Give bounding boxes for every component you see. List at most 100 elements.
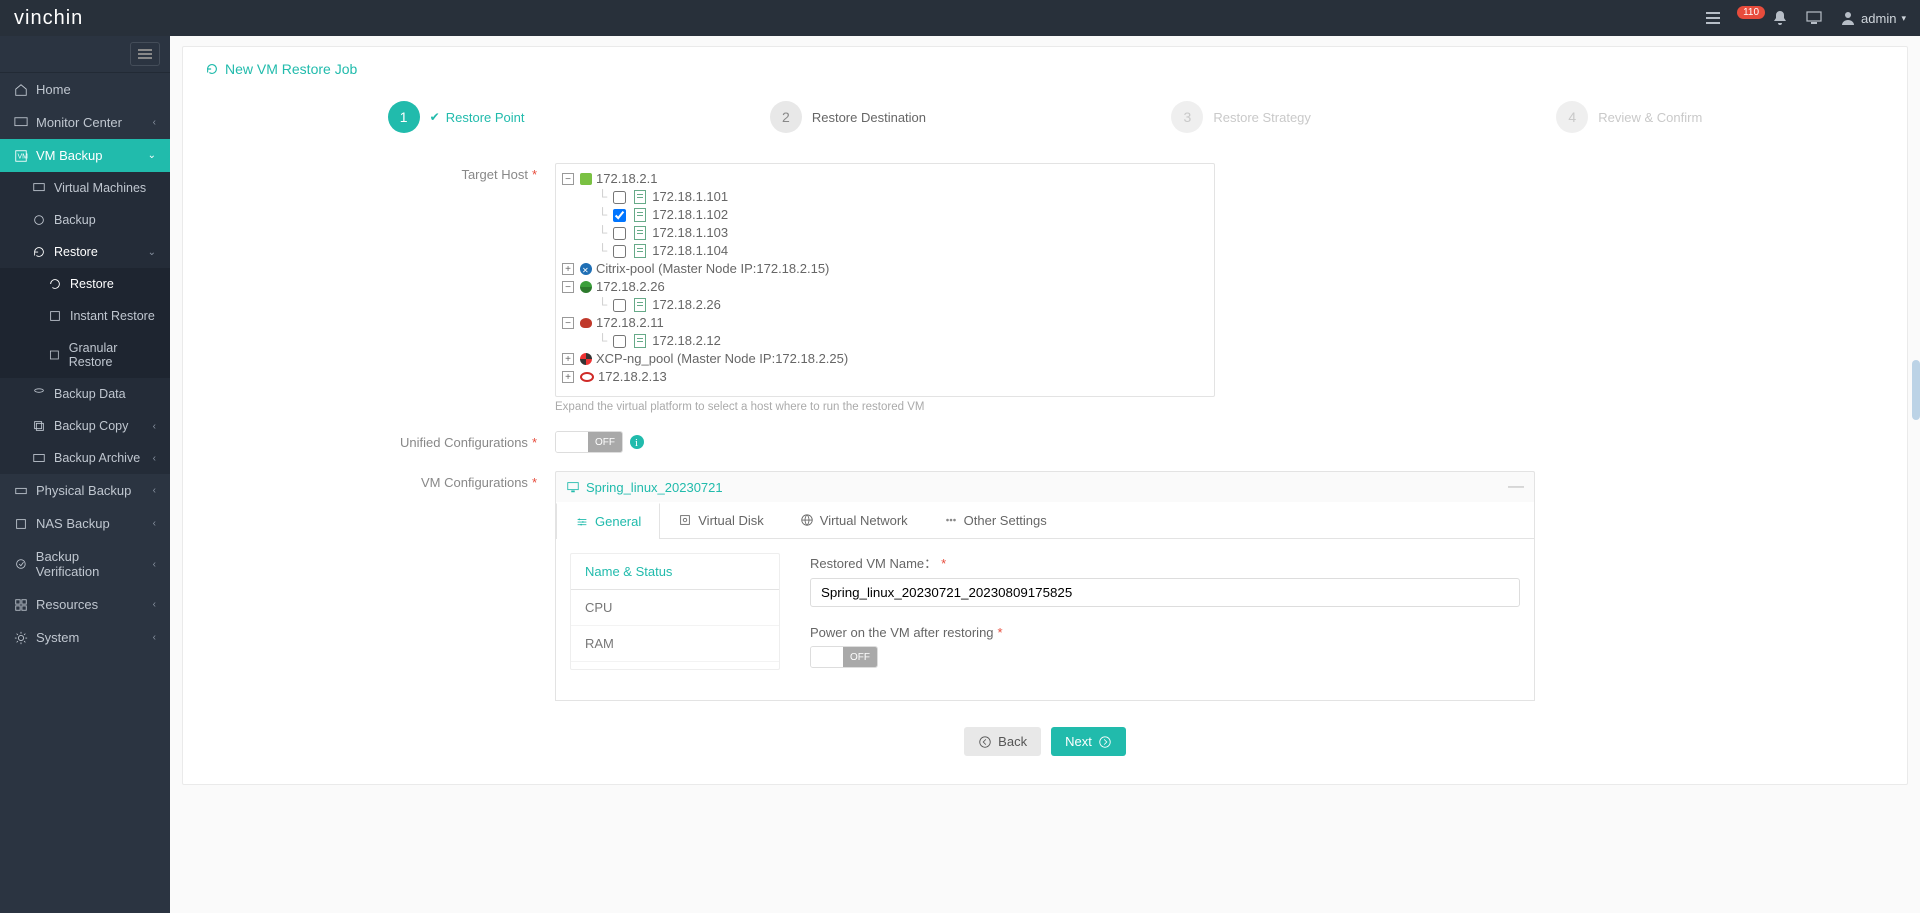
nav-virtual-machines[interactable]: Virtual Machines (0, 172, 170, 204)
next-button[interactable]: Next (1051, 727, 1126, 756)
nav-backup-copy[interactable]: Backup Copy ‹ (0, 410, 170, 442)
nav-backup[interactable]: Backup (0, 204, 170, 236)
main-content: New VM Restore Job 1 ✔ Restore Point 2 R… (170, 36, 1920, 913)
nav-label: Resources (36, 597, 98, 612)
tab-general[interactable]: General (556, 503, 660, 539)
topbar-user-label: admin (1861, 11, 1896, 26)
sp-ram[interactable]: RAM (571, 626, 779, 662)
step-4: 4 Review & Confirm (1556, 101, 1702, 133)
nav-home[interactable]: Home (0, 73, 170, 106)
page-title: New VM Restore Job (205, 57, 1885, 93)
logo: vinchin (14, 7, 83, 30)
platform-icon (580, 372, 594, 382)
host-checkbox[interactable] (613, 191, 626, 204)
sp-cpu[interactable]: CPU (571, 590, 779, 626)
vm-config-header[interactable]: Spring_linux_20230721 — (555, 471, 1535, 502)
nav-label: Restore (70, 277, 114, 291)
nav-restore[interactable]: Restore ⌄ (0, 236, 170, 268)
nav-restore-sub[interactable]: Restore (0, 268, 170, 300)
unified-toggle[interactable]: Off (555, 431, 623, 453)
chevron-left-icon: ‹ (153, 453, 156, 464)
vm-tabs: General Virtual Disk Virtual Network (555, 502, 1535, 539)
host-checkbox[interactable] (613, 335, 626, 348)
nav-label: Backup Data (54, 387, 126, 401)
tree-expand[interactable]: + (562, 263, 574, 275)
chevron-left-icon: ‹ (153, 599, 156, 610)
topbar-list-icon[interactable] (1705, 10, 1721, 26)
nav-backup-archive[interactable]: Backup Archive ‹ (0, 442, 170, 474)
host-checkbox[interactable] (613, 209, 626, 222)
label-unified: Unified Configurations* (205, 431, 555, 450)
tab-virtual-network[interactable]: Virtual Network (782, 502, 926, 538)
nav-monitor[interactable]: Monitor Center ‹ (0, 106, 170, 139)
tree-collapse[interactable]: − (562, 317, 574, 329)
server-icon (634, 298, 646, 312)
nav-label: Granular Restore (69, 341, 156, 369)
back-button[interactable]: Back (964, 727, 1041, 756)
sidebar: Home Monitor Center ‹ VM VM Backup ⌄ Vir… (0, 36, 170, 913)
nav-resources[interactable]: Resources ‹ (0, 588, 170, 621)
topbar-notifications[interactable]: 110 (1739, 10, 1788, 26)
info-icon[interactable]: i (629, 434, 645, 450)
nav-label: Home (36, 82, 71, 97)
host-checkbox[interactable] (613, 227, 626, 240)
step-3: 3 Restore Strategy (1171, 101, 1311, 133)
sp-name-status[interactable]: Name & Status (571, 554, 779, 590)
tree-hint: Expand the virtual platform to select a … (555, 401, 1535, 413)
tab-virtual-disk[interactable]: Virtual Disk (660, 502, 782, 538)
nav-label: Backup Archive (54, 451, 140, 465)
sidebar-toggle[interactable] (130, 42, 160, 66)
topbar: vinchin 110 admin ▾ (0, 0, 1920, 36)
nav-granular-restore[interactable]: Granular Restore (0, 332, 170, 378)
tab-other-settings[interactable]: Other Settings (926, 502, 1065, 538)
tree-collapse[interactable]: − (562, 173, 574, 185)
label-target-host: Target Host* (205, 163, 555, 182)
scrollbar-thumb[interactable] (1912, 360, 1920, 420)
label-restored-vm-name: Restored VM Name：* (810, 553, 1520, 572)
tree-collapse[interactable]: − (562, 281, 574, 293)
chevron-down-icon: ⌄ (148, 150, 156, 161)
tree-expand[interactable]: + (562, 353, 574, 365)
chevron-left-icon: ‹ (153, 559, 156, 570)
nav-label: Monitor Center (36, 115, 122, 130)
nav-label: NAS Backup (36, 516, 110, 531)
nav-nas-backup[interactable]: NAS Backup ‹ (0, 507, 170, 540)
chevron-left-icon: ‹ (153, 421, 156, 432)
nav-label: Backup Copy (54, 419, 128, 433)
topbar-user-menu[interactable]: admin ▾ (1840, 10, 1906, 26)
server-icon (634, 208, 646, 222)
chevron-left-icon: ‹ (153, 632, 156, 643)
svg-text:i: i (635, 437, 638, 449)
check-icon: ✔ (430, 110, 440, 124)
nav-system[interactable]: System ‹ (0, 621, 170, 654)
chevron-left-icon: ‹ (153, 518, 156, 529)
host-checkbox[interactable] (613, 299, 626, 312)
collapse-icon[interactable]: — (1508, 478, 1524, 496)
nav-backup-verification[interactable]: Backup Verification ‹ (0, 540, 170, 588)
server-icon (634, 190, 646, 204)
power-on-toggle[interactable]: OFF (810, 646, 878, 668)
nav-label: VM Backup (36, 148, 102, 163)
chevron-left-icon: ‹ (153, 485, 156, 496)
chevron-down-icon: ⌄ (148, 247, 156, 258)
target-host-tree[interactable]: −172.18.2.1 └172.18.1.101 └172.18.1.102 … (555, 163, 1215, 397)
nav-backup-data[interactable]: Backup Data (0, 378, 170, 410)
nav-vm-backup[interactable]: VM VM Backup ⌄ (0, 139, 170, 172)
notification-badge: 110 (1737, 6, 1765, 19)
nav-label: Physical Backup (36, 483, 131, 498)
platform-icon (580, 173, 592, 185)
general-sidepanel: Name & Status CPU RAM (570, 553, 780, 670)
nav-instant-restore[interactable]: Instant Restore (0, 300, 170, 332)
label-power-on: Power on the VM after restoring* (810, 625, 1520, 640)
wizard-steps: 1 ✔ Restore Point 2 Restore Destination … (265, 101, 1825, 133)
nav-label: System (36, 630, 79, 645)
nav-label: Backup (54, 213, 96, 227)
step-1[interactable]: 1 ✔ Restore Point (388, 101, 525, 133)
restored-vm-name-input[interactable] (810, 578, 1520, 607)
nav-physical-backup[interactable]: Physical Backup ‹ (0, 474, 170, 507)
topbar-display-icon[interactable] (1806, 10, 1822, 26)
platform-icon (580, 281, 592, 293)
host-checkbox[interactable] (613, 245, 626, 258)
chevron-left-icon: ‹ (153, 117, 156, 128)
tree-expand[interactable]: + (562, 371, 574, 383)
